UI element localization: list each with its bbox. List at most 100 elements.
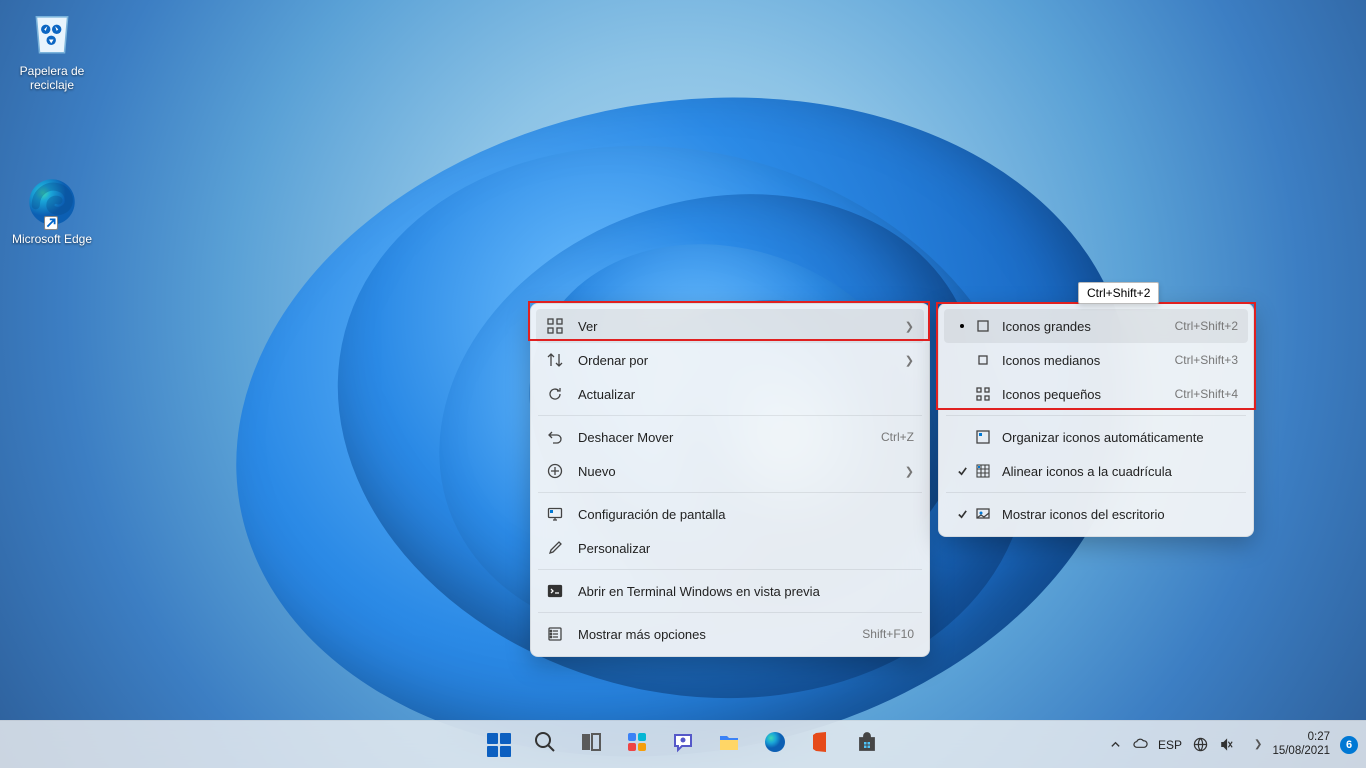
more-options-icon bbox=[546, 625, 564, 643]
taskbar-widgets-button[interactable] bbox=[617, 725, 657, 765]
checkmark-icon bbox=[954, 466, 970, 477]
system-tray: ESP ❯ 0:27 15/08/2021 6 bbox=[1108, 731, 1358, 759]
menu-label: Ver bbox=[578, 319, 895, 334]
time-label: 0:27 bbox=[1272, 731, 1330, 745]
context-menu: Ver ❯ Ordenar por ❯ Actualizar Deshacer … bbox=[530, 303, 930, 657]
menu-separator bbox=[946, 415, 1246, 416]
chevron-right-icon: ❯ bbox=[905, 354, 914, 367]
personalize-icon bbox=[546, 539, 564, 557]
menu-label: Nuevo bbox=[578, 464, 895, 479]
menu-item-view[interactable]: Ver ❯ bbox=[536, 309, 924, 343]
menu-separator bbox=[538, 569, 922, 570]
volume-icon[interactable] bbox=[1218, 737, 1234, 753]
menu-separator bbox=[538, 612, 922, 613]
menu-shortcut: Ctrl+Shift+3 bbox=[1175, 353, 1238, 367]
sort-icon bbox=[546, 351, 564, 369]
menu-shortcut: Ctrl+Z bbox=[881, 430, 914, 444]
menu-shortcut: Shift+F10 bbox=[862, 627, 914, 641]
view-submenu: Iconos grandes Ctrl+Shift+2 Iconos media… bbox=[938, 303, 1254, 537]
shortcut-arrow-icon bbox=[44, 216, 58, 230]
radio-bullet-icon bbox=[960, 324, 964, 328]
date-label: 15/08/2021 bbox=[1272, 745, 1330, 759]
menu-label: Iconos grandes bbox=[1002, 319, 1155, 334]
new-icon bbox=[546, 462, 564, 480]
menu-item-sort[interactable]: Ordenar por ❯ bbox=[536, 343, 924, 377]
submenu-item-align-grid[interactable]: Alinear iconos a la cuadrícula bbox=[944, 454, 1248, 488]
desktop-icon-recycle-bin[interactable]: Papelera de reciclaje bbox=[6, 8, 98, 92]
store-icon bbox=[855, 730, 879, 759]
taskbar-office-button[interactable] bbox=[801, 725, 841, 765]
taskbar-center bbox=[479, 725, 887, 765]
taskbar: ESP ❯ 0:27 15/08/2021 6 bbox=[0, 720, 1366, 768]
show-icons-icon bbox=[974, 505, 992, 523]
office-icon bbox=[809, 730, 833, 759]
menu-label: Abrir en Terminal Windows en vista previ… bbox=[578, 584, 914, 599]
menu-separator bbox=[538, 415, 922, 416]
edge-icon bbox=[763, 730, 787, 759]
large-icons-icon bbox=[974, 317, 992, 335]
menu-label: Organizar iconos automáticamente bbox=[1002, 430, 1238, 445]
onedrive-icon[interactable] bbox=[1132, 737, 1148, 753]
menu-item-terminal[interactable]: Abrir en Terminal Windows en vista previ… bbox=[536, 574, 924, 608]
file-explorer-icon bbox=[717, 730, 741, 759]
medium-icons-icon bbox=[974, 351, 992, 369]
notification-badge[interactable]: 6 bbox=[1340, 736, 1358, 754]
desktop-icon-label: Papelera de reciclaje bbox=[20, 64, 85, 92]
menu-separator bbox=[946, 492, 1246, 493]
display-icon bbox=[546, 505, 564, 523]
submenu-item-small-icons[interactable]: Iconos pequeños Ctrl+Shift+4 bbox=[944, 377, 1248, 411]
menu-label: Actualizar bbox=[578, 387, 914, 402]
network-icon[interactable] bbox=[1192, 737, 1208, 753]
taskbar-explorer-button[interactable] bbox=[709, 725, 749, 765]
submenu-item-large-icons[interactable]: Iconos grandes Ctrl+Shift+2 bbox=[944, 309, 1248, 343]
taskbar-search-button[interactable] bbox=[525, 725, 565, 765]
widgets-icon bbox=[625, 730, 649, 759]
auto-arrange-icon bbox=[974, 428, 992, 446]
taskbar-taskview-button[interactable] bbox=[571, 725, 611, 765]
menu-label: Iconos medianos bbox=[1002, 353, 1155, 368]
taskbar-store-button[interactable] bbox=[847, 725, 887, 765]
start-button[interactable] bbox=[479, 725, 519, 765]
submenu-item-show-icons[interactable]: Mostrar iconos del escritorio bbox=[944, 497, 1248, 531]
checkmark-icon bbox=[954, 509, 970, 520]
menu-shortcut: Ctrl+Shift+4 bbox=[1175, 387, 1238, 401]
recycle-bin-icon bbox=[26, 8, 78, 60]
menu-item-refresh[interactable]: Actualizar bbox=[536, 377, 924, 411]
chat-icon bbox=[671, 730, 695, 759]
taskview-icon bbox=[579, 730, 603, 759]
menu-label: Mostrar más opciones bbox=[578, 627, 842, 642]
clock[interactable]: 0:27 15/08/2021 bbox=[1272, 731, 1330, 759]
tray-overflow-button[interactable] bbox=[1108, 739, 1122, 750]
menu-label: Deshacer Mover bbox=[578, 430, 861, 445]
taskbar-chat-button[interactable] bbox=[663, 725, 703, 765]
menu-item-more-options[interactable]: Mostrar más opciones Shift+F10 bbox=[536, 617, 924, 651]
align-grid-icon bbox=[974, 462, 992, 480]
menu-item-personalize[interactable]: Personalizar bbox=[536, 531, 924, 565]
search-icon bbox=[533, 730, 557, 759]
menu-label: Personalizar bbox=[578, 541, 914, 556]
menu-label: Alinear iconos a la cuadrícula bbox=[1002, 464, 1238, 479]
edge-icon bbox=[26, 176, 78, 228]
menu-item-undo[interactable]: Deshacer Mover Ctrl+Z bbox=[536, 420, 924, 454]
menu-label: Iconos pequeños bbox=[1002, 387, 1155, 402]
language-indicator[interactable]: ESP bbox=[1158, 738, 1182, 752]
tooltip: Ctrl+Shift+2 bbox=[1078, 282, 1159, 304]
refresh-icon bbox=[546, 385, 564, 403]
menu-shortcut: Ctrl+Shift+2 bbox=[1175, 319, 1238, 333]
menu-label: Ordenar por bbox=[578, 353, 895, 368]
chevron-right-icon: ❯ bbox=[905, 320, 914, 333]
desktop-icon-edge[interactable]: Microsoft Edge bbox=[6, 176, 98, 246]
menu-item-display-settings[interactable]: Configuración de pantalla bbox=[536, 497, 924, 531]
terminal-icon bbox=[546, 582, 564, 600]
chevron-right-icon: ❯ bbox=[1254, 739, 1262, 750]
desktop[interactable]: Papelera de reciclaje Microsoft Edge Ctr… bbox=[0, 0, 1366, 768]
undo-icon bbox=[546, 428, 564, 446]
submenu-item-medium-icons[interactable]: Iconos medianos Ctrl+Shift+3 bbox=[944, 343, 1248, 377]
submenu-item-auto-arrange[interactable]: Organizar iconos automáticamente bbox=[944, 420, 1248, 454]
taskbar-edge-button[interactable] bbox=[755, 725, 795, 765]
menu-label: Configuración de pantalla bbox=[578, 507, 914, 522]
menu-label: Mostrar iconos del escritorio bbox=[1002, 507, 1238, 522]
menu-separator bbox=[538, 492, 922, 493]
menu-item-new[interactable]: Nuevo ❯ bbox=[536, 454, 924, 488]
view-icon bbox=[546, 317, 564, 335]
